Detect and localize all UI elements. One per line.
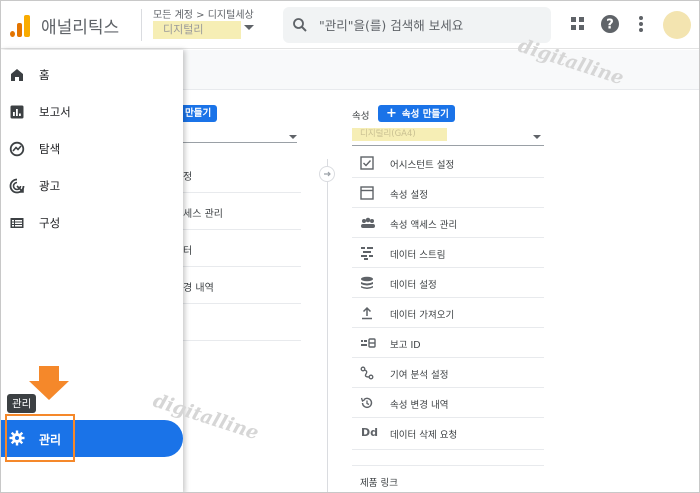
section-divider — [352, 465, 544, 466]
property-item-attribution[interactable]: 기여 분석 설정 — [352, 358, 544, 388]
pointer-arrow-icon — [29, 366, 69, 400]
plus-icon: + — [386, 106, 397, 121]
search-input[interactable] — [319, 15, 544, 35]
reports-icon — [10, 105, 24, 119]
account-dropdown-icon[interactable] — [244, 25, 254, 30]
search-bar[interactable] — [283, 7, 551, 43]
account-list-item[interactable]: 정 — [183, 156, 301, 193]
arrow-right-icon — [324, 171, 331, 177]
property-selector[interactable]: 디지털리(GA4) — [352, 128, 447, 141]
app-title: 애널리틱스 — [41, 18, 120, 38]
property-dropdown-icon[interactable] — [533, 135, 541, 139]
account-list-item[interactable] — [183, 304, 301, 341]
account-list-item[interactable]: 경 내역 — [183, 267, 301, 304]
account-column-underline — [183, 142, 297, 143]
configure-icon — [10, 218, 24, 228]
database-icon — [361, 276, 373, 289]
property-item-assistant[interactable]: 어시스턴트 설정 — [352, 148, 544, 178]
help-icon[interactable]: ? — [600, 14, 620, 34]
sidebar-item-advertising[interactable]: 광고 — [1, 168, 183, 204]
property-item-data-streams[interactable]: 데이터 스트림 — [352, 238, 544, 268]
property-item-settings[interactable]: 속성 설정 — [352, 178, 544, 208]
apps-grid-icon[interactable] — [568, 14, 588, 34]
account-list-item[interactable]: 세스 관리 — [183, 193, 301, 230]
property-item-access[interactable]: 속성 액세스 관리 — [352, 208, 544, 238]
property-item-data-settings[interactable]: 데이터 설정 — [352, 268, 544, 298]
app-frame: 애널리틱스 모든 계정 > 디지털세상 디지털리 ? 만들기 정 세스 관리 터… — [0, 0, 700, 493]
people-icon — [361, 217, 375, 228]
data-streams-icon — [361, 247, 373, 260]
sidebar-item-home[interactable]: 홈 — [1, 57, 183, 93]
user-avatar[interactable] — [663, 11, 691, 39]
create-property-button[interactable]: + 속성 만들기 — [378, 105, 455, 122]
property-underline — [352, 145, 544, 146]
home-icon — [11, 69, 23, 81]
svg-text:?: ? — [606, 18, 614, 33]
history-icon — [360, 397, 373, 409]
advertising-icon — [9, 178, 25, 194]
property-item-data-import[interactable]: 데이터 가져오기 — [352, 298, 544, 328]
property-item-change-history[interactable]: 속성 변경 내역 — [352, 388, 544, 418]
sidebar-item-configure[interactable]: 구성 — [1, 205, 183, 241]
more-options-icon[interactable] — [631, 14, 651, 34]
reporting-id-icon — [361, 338, 376, 348]
search-icon — [293, 18, 307, 32]
sidebar-item-explore[interactable]: 탐색 — [1, 131, 183, 167]
collapse-handle[interactable] — [319, 166, 335, 182]
property-settings-icon — [360, 186, 374, 200]
column-divider — [327, 159, 328, 492]
property-item-reporting-id[interactable]: 보고 ID — [352, 328, 544, 358]
property-label: 속성 — [352, 111, 370, 122]
data-deletion-icon: Dd — [361, 426, 379, 439]
analytics-logo-icon[interactable] — [10, 13, 32, 37]
checklist-icon — [360, 156, 374, 170]
attribution-icon — [360, 366, 374, 380]
product-links-heading: 제품 링크 — [360, 478, 398, 489]
admin-highlight-box — [5, 414, 75, 462]
account-list-item[interactable]: 터 — [183, 230, 301, 267]
upload-icon — [362, 306, 372, 320]
account-selector[interactable]: 디지털리 — [153, 21, 241, 39]
account-breadcrumb[interactable]: 모든 계정 > 디지털세상 — [153, 6, 254, 21]
explore-icon — [9, 141, 25, 157]
sidebar-item-reports[interactable]: 보고서 — [1, 94, 183, 130]
top-bar: 애널리틱스 모든 계정 > 디지털세상 디지털리 ? — [1, 1, 699, 49]
header-divider — [141, 9, 142, 41]
account-column-dropdown-icon[interactable] — [289, 135, 297, 139]
property-item-data-deletion[interactable]: Dd 데이터 삭제 요청 — [352, 418, 544, 450]
